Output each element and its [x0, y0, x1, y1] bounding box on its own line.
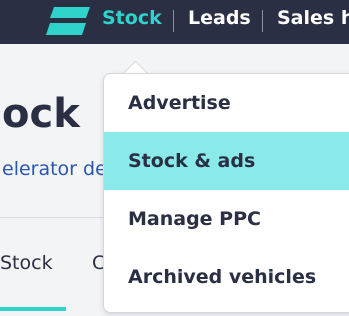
nav-divider — [173, 10, 174, 32]
stock-dropdown-menu: Advertise Stock & ads Manage PPC Archive… — [103, 73, 349, 313]
active-tab-indicator — [0, 307, 66, 311]
menu-item-manage-ppc[interactable]: Manage PPC — [104, 190, 349, 248]
page-subtitle-link[interactable]: elerator de — [2, 158, 107, 180]
page-title: ock — [2, 91, 80, 137]
nav-divider — [262, 10, 263, 32]
brand-logo-icon[interactable] — [44, 4, 92, 38]
nav-leads-link[interactable]: Leads — [188, 7, 251, 29]
top-navigation-bar: Stock Leads Sales h — [0, 0, 349, 44]
menu-item-stock-and-ads[interactable]: Stock & ads — [104, 132, 349, 190]
nav-stock-link[interactable]: Stock — [102, 7, 162, 29]
tab-stock[interactable]: Stock — [0, 252, 53, 274]
menu-item-advertise[interactable]: Advertise — [104, 74, 349, 132]
nav-sales-link[interactable]: Sales h — [277, 7, 349, 29]
menu-item-archived-vehicles[interactable]: Archived vehicles — [104, 248, 349, 306]
